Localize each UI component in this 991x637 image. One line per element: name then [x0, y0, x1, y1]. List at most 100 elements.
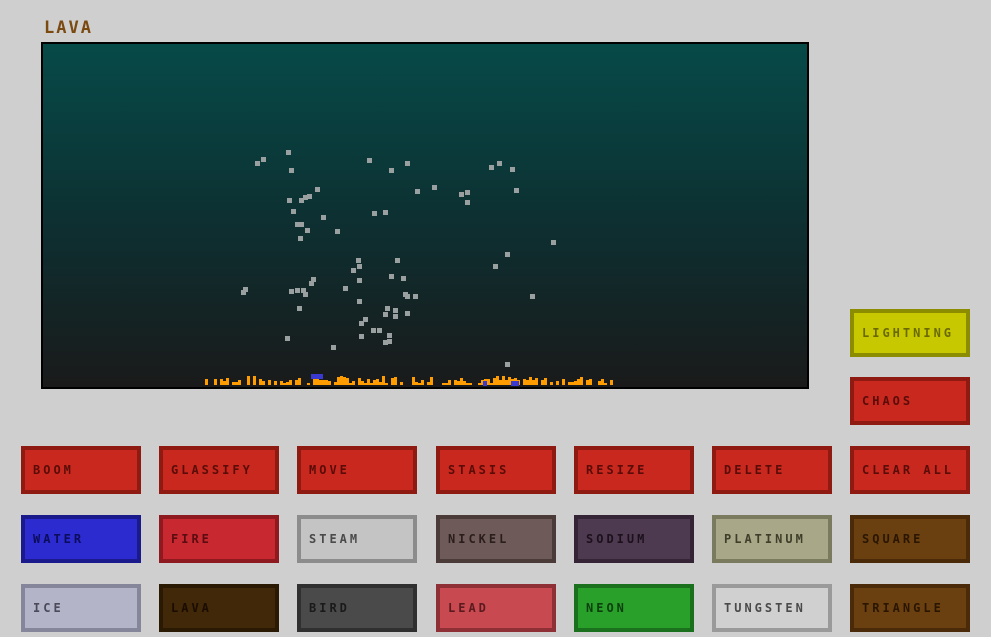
particle [405, 311, 410, 316]
particle [415, 189, 420, 194]
nickel-button[interactable]: NICKEL [436, 515, 556, 563]
particle [335, 229, 340, 234]
lava-particle [604, 383, 607, 385]
lava-particle [421, 380, 424, 385]
particle [321, 215, 326, 220]
lava-particle [268, 380, 271, 385]
particle [289, 289, 294, 294]
lava-particle [418, 383, 421, 385]
lava-particle [373, 380, 376, 385]
delete-button[interactable]: DELETE [712, 446, 832, 494]
particle [295, 288, 300, 293]
lava-particle [463, 381, 466, 385]
lava-particle [382, 376, 385, 385]
lightning-button[interactable]: LIGHTNING [850, 309, 970, 357]
water-button[interactable]: WATER [21, 515, 141, 563]
resize-button[interactable]: RESIZE [574, 446, 694, 494]
particle [395, 258, 400, 263]
lava-particle [376, 379, 379, 385]
lava-particle [283, 383, 286, 385]
simulation-canvas[interactable] [41, 42, 809, 389]
clear-all-button[interactable]: CLEAR ALL [850, 446, 970, 494]
particle [393, 308, 398, 313]
lava-particle [574, 381, 577, 385]
lava-particle [493, 378, 496, 385]
lava-button[interactable]: LAVA [159, 584, 279, 632]
particle [305, 228, 310, 233]
particle [530, 294, 535, 299]
lava-particle [352, 381, 355, 385]
particle [389, 274, 394, 279]
particle [493, 264, 498, 269]
platinum-button[interactable]: PLATINUM [712, 515, 832, 563]
triangle-button[interactable]: TRIANGLE [850, 584, 970, 632]
steam-button[interactable]: STEAM [297, 515, 417, 563]
particle [255, 161, 260, 166]
particle [287, 198, 292, 203]
square-button[interactable]: SQUARE [850, 515, 970, 563]
lava-particle [448, 380, 451, 385]
lava-particle [445, 383, 448, 385]
lava-particle [526, 380, 529, 385]
particle [311, 277, 316, 282]
lava-particle [370, 383, 373, 385]
particle [343, 286, 348, 291]
lava-particle [460, 378, 463, 385]
lava-particle [313, 378, 316, 385]
lava-particle [532, 380, 535, 385]
lava-particle [253, 376, 256, 385]
bird-button[interactable]: BIRD [297, 584, 417, 632]
water-particle [315, 374, 319, 379]
lava-particle [466, 383, 469, 385]
lava-particle [535, 378, 538, 385]
particle [413, 294, 418, 299]
move-button[interactable]: MOVE [297, 446, 417, 494]
water-particle [311, 374, 315, 379]
lava-particle [508, 377, 511, 385]
boom-button[interactable]: BOOM [21, 446, 141, 494]
stasis-button[interactable]: STASIS [436, 446, 556, 494]
ice-button[interactable]: ICE [21, 584, 141, 632]
particle [383, 210, 388, 215]
lava-particle [502, 376, 505, 385]
lava-particle [214, 379, 217, 385]
lava-particle [394, 377, 397, 385]
lava-particle [247, 376, 250, 385]
particle [405, 294, 410, 299]
particle [295, 222, 300, 227]
tungsten-button[interactable]: TUNGSTEN [712, 584, 832, 632]
lava-particle [379, 382, 382, 385]
lava-particle [571, 382, 574, 385]
particle [393, 314, 398, 319]
lava-particle [478, 383, 481, 385]
lead-button[interactable]: LEAD [436, 584, 556, 632]
lava-particle [223, 381, 226, 385]
lava-particle [541, 380, 544, 385]
particle [298, 236, 303, 241]
water-particle [483, 381, 487, 386]
lava-particle [586, 380, 589, 385]
lava-particle [346, 378, 349, 385]
lava-particle [589, 379, 592, 385]
particle [286, 150, 291, 155]
particle [357, 264, 362, 269]
lava-particle [262, 381, 265, 385]
particle [357, 299, 362, 304]
particle [372, 211, 377, 216]
fire-button[interactable]: FIRE [159, 515, 279, 563]
glassify-button[interactable]: GLASSIFY [159, 446, 279, 494]
particle [331, 345, 336, 350]
particle [405, 161, 410, 166]
lava-particle [286, 382, 289, 385]
lava-particle [220, 379, 223, 385]
neon-button[interactable]: NEON [574, 584, 694, 632]
particle [465, 200, 470, 205]
lava-particle [259, 379, 262, 385]
lava-particle [457, 381, 460, 385]
particle [301, 288, 306, 293]
chaos-button[interactable]: CHAOS [850, 377, 970, 425]
lava-particle [325, 380, 328, 385]
sodium-button[interactable]: SODIUM [574, 515, 694, 563]
particle [383, 340, 388, 345]
particle [551, 240, 556, 245]
